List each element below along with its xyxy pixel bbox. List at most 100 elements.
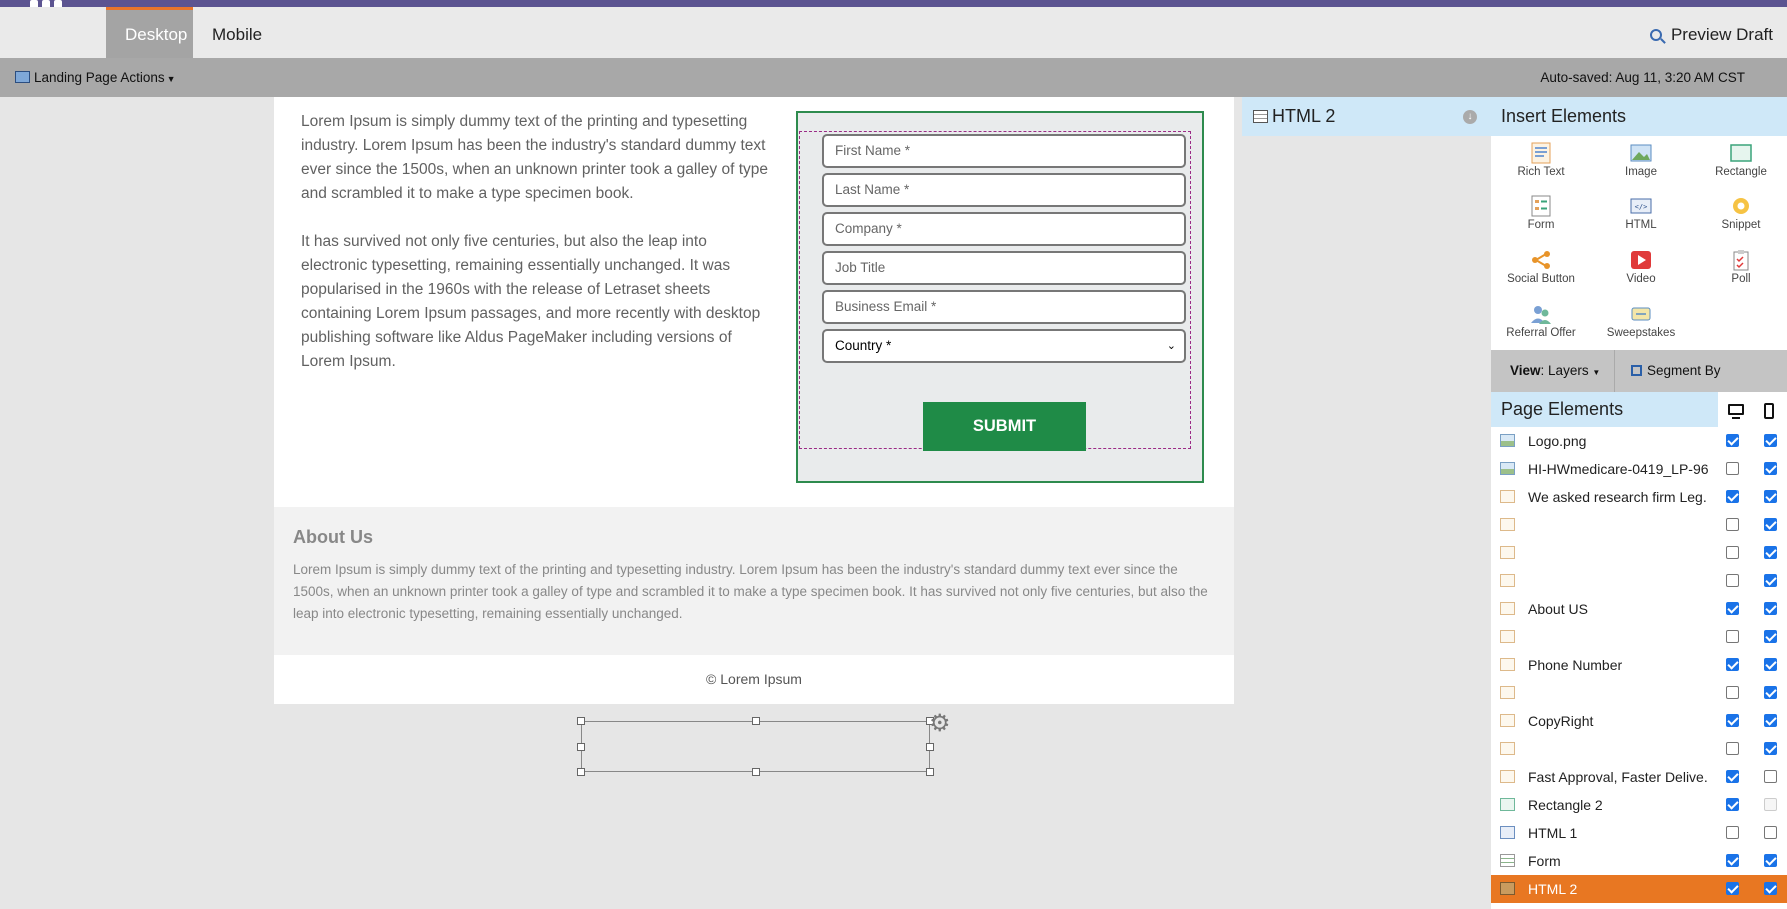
footer-copyright[interactable]: © Lorem Ipsum: [274, 655, 1234, 704]
download-icon[interactable]: ↓: [1463, 110, 1477, 124]
resize-handle[interactable]: [752, 717, 760, 725]
submit-button[interactable]: SUBMIT: [923, 402, 1086, 451]
layer-row[interactable]: [1491, 511, 1787, 539]
mobile-visibility-checkbox[interactable]: [1764, 462, 1777, 475]
layer-name[interactable]: HTML 2: [1528, 875, 1708, 903]
layer-row[interactable]: Phone Number: [1491, 651, 1787, 679]
tab-mobile[interactable]: Mobile: [193, 7, 281, 58]
mobile-visibility-checkbox[interactable]: [1764, 518, 1777, 531]
job-title-field[interactable]: Job Title: [822, 251, 1186, 285]
desktop-visibility-checkbox[interactable]: [1726, 742, 1739, 755]
resize-handle[interactable]: [752, 768, 760, 776]
layer-name[interactable]: Fast Approval, Faster Delive...: [1528, 763, 1708, 791]
mobile-visibility-checkbox[interactable]: [1764, 658, 1777, 671]
insert-rectangle[interactable]: Rectangle: [1691, 136, 1787, 186]
layer-name[interactable]: Phone Number: [1528, 651, 1708, 679]
layer-name[interactable]: HTML 1: [1528, 819, 1708, 847]
mobile-visibility-checkbox[interactable]: [1764, 686, 1777, 699]
desktop-visibility-checkbox[interactable]: [1726, 630, 1739, 643]
layer-name[interactable]: CopyRight: [1528, 707, 1708, 735]
resize-handle[interactable]: [577, 743, 585, 751]
desktop-visibility-checkbox[interactable]: [1726, 658, 1739, 671]
layer-row[interactable]: CopyRight: [1491, 707, 1787, 735]
mobile-visibility-checkbox[interactable]: [1764, 434, 1777, 447]
layer-row[interactable]: [1491, 623, 1787, 651]
layer-row[interactable]: Logo.png: [1491, 427, 1787, 455]
layer-row[interactable]: About US: [1491, 595, 1787, 623]
layer-name[interactable]: Logo.png: [1528, 427, 1708, 455]
desktop-visibility-checkbox[interactable]: [1726, 434, 1739, 447]
mobile-visibility-checkbox[interactable]: [1764, 742, 1777, 755]
insert-snippet[interactable]: Snippet: [1691, 189, 1787, 239]
intro-paragraph-1[interactable]: Lorem Ipsum is simply dummy text of the …: [301, 110, 771, 206]
desktop-visibility-checkbox[interactable]: [1726, 770, 1739, 783]
resize-handle[interactable]: [577, 717, 585, 725]
desktop-visibility-checkbox[interactable]: [1726, 546, 1739, 559]
mobile-visibility-checkbox[interactable]: [1764, 490, 1777, 503]
mobile-visibility-checkbox[interactable]: [1764, 854, 1777, 867]
page-body-section[interactable]: Lorem Ipsum is simply dummy text of the …: [274, 97, 1234, 507]
layer-row[interactable]: Form: [1491, 847, 1787, 875]
insert-sweepstakes[interactable]: Sweepstakes: [1591, 297, 1691, 347]
mobile-visibility-checkbox[interactable]: [1764, 770, 1777, 783]
layer-row[interactable]: HI-HWmedicare-0419_LP-96...: [1491, 455, 1787, 483]
mobile-visibility-checkbox[interactable]: [1764, 602, 1777, 615]
tab-desktop[interactable]: Desktop: [106, 7, 193, 58]
about-title[interactable]: About Us: [293, 527, 373, 548]
layer-name[interactable]: About US: [1528, 595, 1708, 623]
layer-row[interactable]: HTML 2: [1491, 875, 1787, 903]
mobile-visibility-checkbox[interactable]: [1764, 574, 1777, 587]
layer-name[interactable]: HI-HWmedicare-0419_LP-96...: [1528, 455, 1708, 483]
last-name-field[interactable]: Last Name *: [822, 173, 1186, 207]
segment-by-button[interactable]: Segment By: [1631, 350, 1721, 392]
desktop-visibility-checkbox[interactable]: [1726, 602, 1739, 615]
company-field[interactable]: Company *: [822, 212, 1186, 246]
intro-paragraph-2[interactable]: It has survived not only five centuries,…: [301, 230, 771, 374]
desktop-visibility-checkbox[interactable]: [1726, 714, 1739, 727]
layer-name[interactable]: Form: [1528, 847, 1708, 875]
desktop-visibility-checkbox[interactable]: [1726, 826, 1739, 839]
gear-icon[interactable]: ⚙: [929, 712, 953, 736]
insert-image[interactable]: Image: [1591, 136, 1691, 186]
html-2-selection-box[interactable]: [577, 717, 934, 776]
insert-social-button[interactable]: Social Button: [1491, 243, 1591, 293]
layer-name[interactable]: We asked research firm Leg...: [1528, 483, 1708, 511]
desktop-visibility-checkbox[interactable]: [1726, 854, 1739, 867]
first-name-field[interactable]: First Name *: [822, 134, 1186, 168]
resize-handle[interactable]: [926, 768, 934, 776]
layer-row[interactable]: [1491, 735, 1787, 763]
insert-referral-offer[interactable]: Referral Offer: [1491, 297, 1591, 347]
layer-row[interactable]: We asked research firm Leg...: [1491, 483, 1787, 511]
mobile-visibility-checkbox[interactable]: [1764, 546, 1777, 559]
country-select[interactable]: Country * ⌄: [822, 329, 1186, 363]
resize-handle[interactable]: [926, 743, 934, 751]
view-layers-dropdown[interactable]: View: Layers ▼: [1491, 350, 1615, 392]
layer-row[interactable]: [1491, 567, 1787, 595]
desktop-visibility-checkbox[interactable]: [1726, 462, 1739, 475]
desktop-visibility-checkbox[interactable]: [1726, 574, 1739, 587]
layer-row[interactable]: [1491, 539, 1787, 567]
desktop-visibility-checkbox[interactable]: [1726, 686, 1739, 699]
mobile-visibility-checkbox[interactable]: [1764, 714, 1777, 727]
about-text[interactable]: Lorem Ipsum is simply dummy text of the …: [293, 559, 1213, 625]
business-email-field[interactable]: Business Email *: [822, 290, 1186, 324]
layer-name[interactable]: Rectangle 2: [1528, 791, 1708, 819]
insert-rich-text[interactable]: Rich Text: [1491, 136, 1591, 186]
page-canvas[interactable]: Lorem Ipsum is simply dummy text of the …: [0, 97, 1242, 909]
insert-poll[interactable]: Poll: [1691, 243, 1787, 293]
desktop-visibility-checkbox[interactable]: [1726, 518, 1739, 531]
mobile-visibility-checkbox[interactable]: [1764, 798, 1777, 811]
layer-row[interactable]: [1491, 679, 1787, 707]
desktop-visibility-checkbox[interactable]: [1726, 798, 1739, 811]
resize-handle[interactable]: [577, 768, 585, 776]
insert-html[interactable]: </> HTML: [1591, 189, 1691, 239]
preview-draft-button[interactable]: Preview Draft: [1650, 7, 1773, 58]
form-container[interactable]: First Name * Last Name * Company * Job T…: [796, 111, 1204, 483]
mobile-visibility-checkbox[interactable]: [1764, 630, 1777, 643]
layer-row[interactable]: Rectangle 2: [1491, 791, 1787, 819]
layer-row[interactable]: HTML 1: [1491, 819, 1787, 847]
landing-page-actions-menu[interactable]: Landing Page Actions ▼: [15, 58, 176, 97]
insert-video[interactable]: Video: [1591, 243, 1691, 293]
insert-form[interactable]: Form: [1491, 189, 1591, 239]
desktop-visibility-checkbox[interactable]: [1726, 882, 1739, 895]
